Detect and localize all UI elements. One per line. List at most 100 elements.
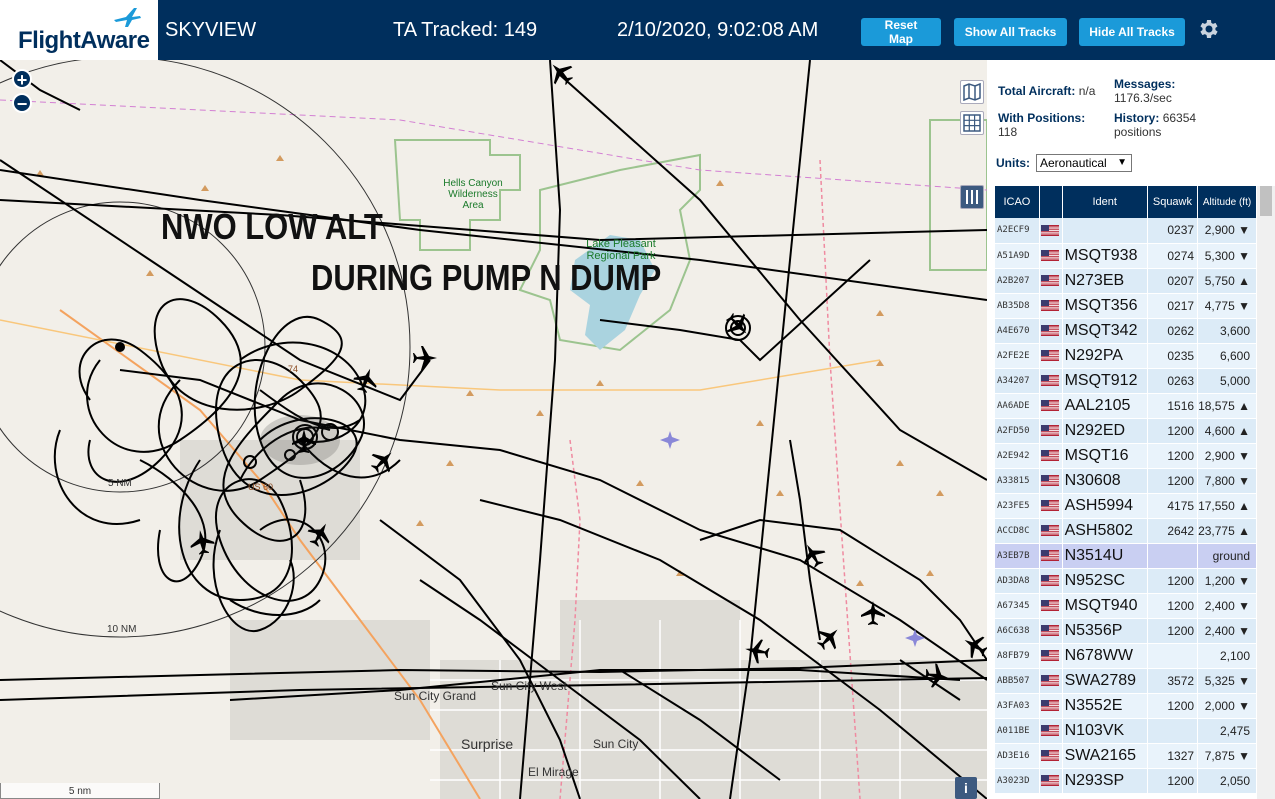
table-row[interactable]: A34207 MSQT912 0263 5,000: [995, 368, 1257, 394]
gear-icon[interactable]: [1196, 17, 1220, 41]
row-altitude: 6,600: [1197, 343, 1257, 369]
row-squawk: 1200: [1147, 568, 1199, 594]
row-squawk: 2642: [1147, 518, 1199, 544]
row-icao: A51A9D: [995, 243, 1040, 269]
show-all-tracks-button[interactable]: Show All Tracks: [954, 18, 1067, 46]
row-squawk: 1200: [1147, 593, 1199, 619]
label-sun-city: Sun City: [593, 737, 639, 751]
row-ident: N292PA: [1062, 343, 1148, 369]
table-row[interactable]: A2E942 MSQT16 1200 2,900 ▼: [995, 443, 1257, 469]
row-altitude: ground: [1197, 543, 1257, 569]
zoom-out-button[interactable]: −: [12, 93, 32, 113]
annotation-line-1: NWO LOW ALT: [161, 206, 383, 247]
zoom-in-button[interactable]: +: [12, 69, 32, 89]
row-icao: A6C638: [995, 618, 1040, 644]
table-row[interactable]: A6C638 N5356P 1200 2,400 ▼: [995, 618, 1257, 644]
row-ident: MSQT16: [1062, 443, 1148, 469]
col-flag: [1039, 186, 1063, 218]
us-flag-icon: [1039, 568, 1063, 594]
table-row[interactable]: A4E670 MSQT342 0262 3,600: [995, 318, 1257, 344]
us-flag-icon: [1039, 618, 1063, 644]
us-flag-icon: [1039, 293, 1063, 319]
table-row[interactable]: ABB507 SWA2789 3572 5,325 ▼: [995, 668, 1257, 694]
table-row[interactable]: A51A9D MSQT938 0274 5,300 ▼: [995, 243, 1257, 269]
scrollbar-thumb[interactable]: [1260, 186, 1272, 216]
row-icao: AD3DA8: [995, 568, 1040, 594]
row-squawk: 1200: [1147, 418, 1199, 444]
row-altitude: 2,400 ▼: [1197, 618, 1257, 644]
row-ident: MSQT356: [1062, 293, 1148, 319]
col-altitude[interactable]: Altitude (ft): [1197, 186, 1257, 218]
table-row[interactable]: A3023D N293SP 1200 2,050: [995, 768, 1257, 794]
total-aircraft-label: Total Aircraft:: [998, 84, 1076, 98]
row-altitude: 2,400 ▼: [1197, 593, 1257, 619]
total-aircraft-stat: Total Aircraft: n/a: [998, 84, 1095, 98]
table-scrollbar[interactable]: [1257, 186, 1275, 799]
table-row[interactable]: ACCD8C ASH5802 2642 23,775 ▲: [995, 518, 1257, 544]
with-positions-label: With Positions:: [998, 111, 1086, 125]
table-row[interactable]: A011BE N103VK 2,475: [995, 718, 1257, 744]
hide-all-tracks-button[interactable]: Hide All Tracks: [1079, 18, 1185, 46]
flightaware-logo[interactable]: FlightAware: [0, 0, 158, 60]
table-row[interactable]: AB35D8 MSQT356 0217 4,775 ▼: [995, 293, 1257, 319]
row-ident: N292ED: [1062, 418, 1148, 444]
row-altitude: 7,800 ▼: [1197, 468, 1257, 494]
row-ident: N952SC: [1062, 568, 1148, 594]
row-icao: A2FD50: [995, 418, 1040, 444]
table-row[interactable]: A8FB79 N678WW 2,100: [995, 643, 1257, 669]
row-altitude: 5,750 ▲: [1197, 268, 1257, 294]
row-squawk: 0263: [1147, 368, 1199, 394]
us-flag-icon: [1039, 518, 1063, 544]
table-row[interactable]: A3EB7B N3514U ground: [995, 543, 1257, 569]
table-row[interactable]: A67345 MSQT940 1200 2,400 ▼: [995, 593, 1257, 619]
us-flag-icon: [1039, 543, 1063, 569]
row-icao: A23FE5: [995, 493, 1040, 519]
dropdown-arrow-icon: ▼: [1117, 157, 1127, 168]
table-row[interactable]: A23FE5 ASH5994 4175 17,550 ▲: [995, 493, 1257, 519]
us-flag-icon: [1039, 443, 1063, 469]
ring-label-5nm: 5 NM: [108, 478, 132, 489]
row-ident: ASH5994: [1062, 493, 1148, 519]
row-ident: SWA2165: [1062, 743, 1148, 769]
row-ident: MSQT342: [1062, 318, 1148, 344]
row-ident: SWA2789: [1062, 668, 1148, 694]
map-info-button[interactable]: i: [955, 777, 977, 799]
reset-map-button[interactable]: Reset Map: [861, 18, 941, 46]
table-row[interactable]: A2FD50 N292ED 1200 4,600 ▲: [995, 418, 1257, 444]
table-row[interactable]: A2ECF9 0237 2,900 ▼: [995, 218, 1257, 244]
table-row[interactable]: A2B207 N273EB 0207 5,750 ▲: [995, 268, 1257, 294]
row-icao: A3EB7B: [995, 543, 1040, 569]
row-altitude: 2,000 ▼: [1197, 693, 1257, 719]
us-flag-icon: [1039, 668, 1063, 694]
table-row[interactable]: A33815 N30608 1200 7,800 ▼: [995, 468, 1257, 494]
row-icao: A2E942: [995, 443, 1040, 469]
plane-logo-icon: [114, 8, 141, 27]
columns-icon[interactable]: [960, 185, 984, 209]
label-hells-canyon: Hells Canyon Wilderness Area: [443, 178, 503, 211]
row-icao: ABB507: [995, 668, 1040, 694]
table-row[interactable]: AA6ADE AAL2105 1516 18,575 ▲: [995, 393, 1257, 419]
map-layer-icon[interactable]: [960, 80, 984, 104]
us-flag-icon: [1039, 268, 1063, 294]
col-ident[interactable]: Ident: [1062, 186, 1148, 218]
messages-value: 1176.3/sec: [1114, 91, 1172, 105]
label-sun-city-west: Sun City West: [491, 679, 567, 693]
grid-icon[interactable]: [960, 111, 984, 135]
annotation-line-2: DURING PUMP N DUMP: [311, 257, 662, 298]
units-select[interactable]: Aeronautical ▼: [1036, 154, 1132, 172]
label-el-mirage: El Mirage: [528, 765, 579, 779]
table-row[interactable]: A3FA03 N3552E 1200 2,000 ▼: [995, 693, 1257, 719]
table-row[interactable]: A2FE2E N292PA 0235 6,600: [995, 343, 1257, 369]
row-altitude: 7,875 ▼: [1197, 743, 1257, 769]
map-view[interactable]: + − NWO LOW ALT DURING PUMP N DUMP 5 NM …: [0, 60, 987, 799]
top-bar: FlightAware SKYVIEW TA Tracked: 149 2/10…: [0, 0, 1275, 60]
table-row[interactable]: AD3E16 SWA2165 1327 7,875 ▼: [995, 743, 1257, 769]
row-squawk: [1147, 643, 1199, 669]
table-row[interactable]: AD3DA8 N952SC 1200 1,200 ▼: [995, 568, 1257, 594]
col-squawk[interactable]: Squawk: [1147, 186, 1199, 218]
ring-label-10nm: 10 NM: [107, 624, 137, 635]
receiver-site: [115, 342, 125, 352]
aircraft-table: ICAO Ident Squawk Altitude (ft) A2ECF9 02…: [995, 186, 1257, 794]
row-icao: A3FA03: [995, 693, 1040, 719]
col-icao[interactable]: ICAO: [995, 186, 1040, 218]
